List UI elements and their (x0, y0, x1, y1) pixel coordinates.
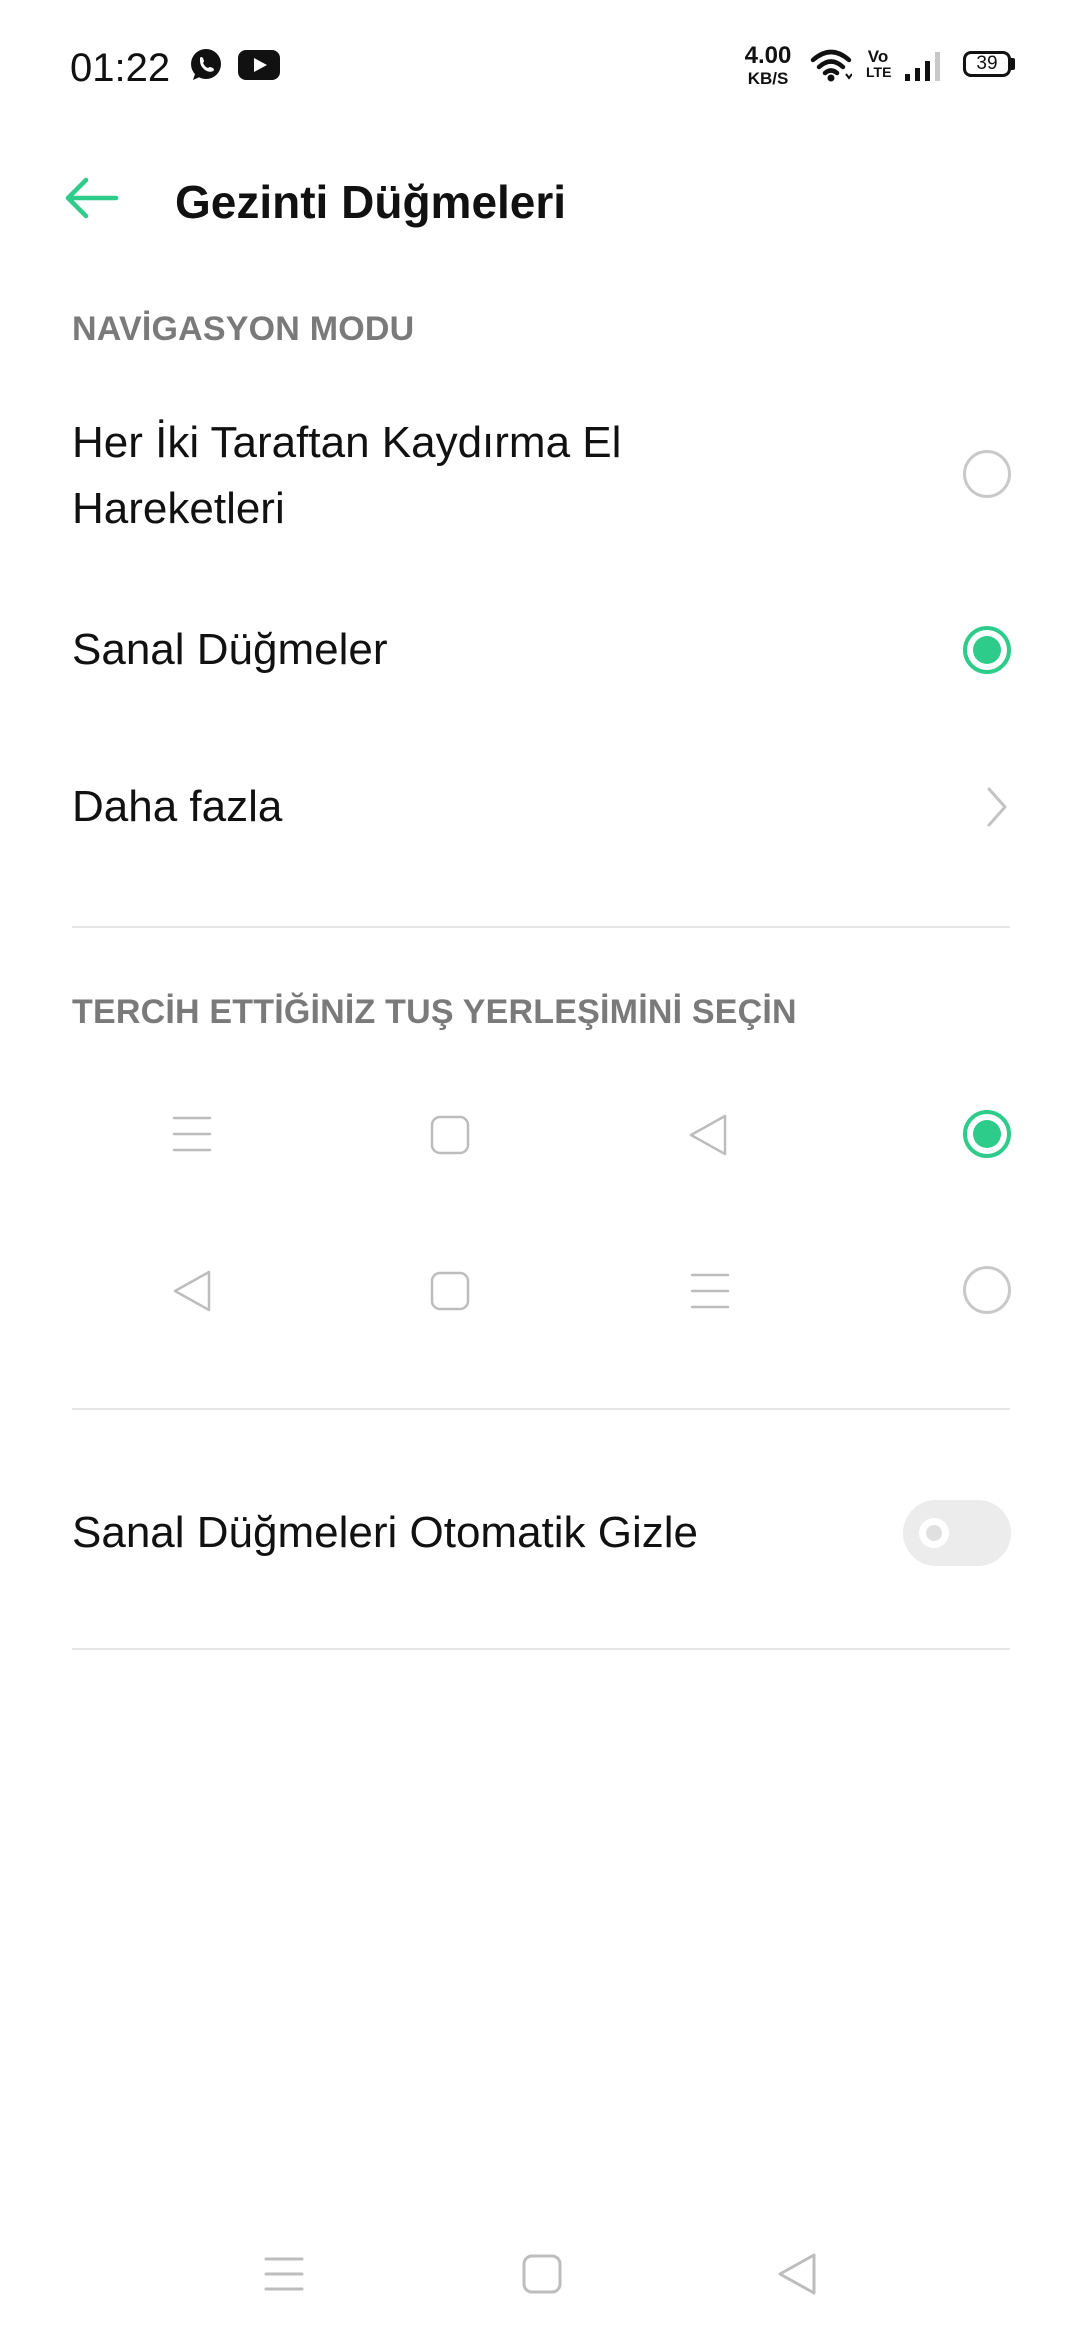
menu-icon (690, 1273, 730, 1309)
divider (72, 1648, 1010, 1650)
whatsapp-icon (191, 49, 221, 80)
auto-hide-label: Sanal Düğmeleri Otomatik Gizle (72, 1508, 699, 1557)
nav-option-gestures-radio[interactable] (963, 450, 1011, 498)
chevron-right-icon (987, 787, 1007, 827)
toggle-knob (919, 1518, 949, 1548)
signal-icon (905, 52, 940, 81)
youtube-icon (238, 50, 280, 80)
nav-option-gestures-label-line2: Hareketleri (72, 484, 285, 533)
more-options-label: Daha fazla (72, 782, 283, 831)
system-back-icon[interactable] (777, 2252, 817, 2296)
home-square-icon (430, 1271, 470, 1311)
system-menu-icon[interactable] (264, 2256, 304, 2292)
key-layout-option-1[interactable] (0, 1085, 1080, 1185)
volte-top: Vo (867, 47, 889, 66)
status-time: 01:22 (70, 46, 171, 90)
section-label-key-layout: TERCİH ETTİĞİNİZ TUŞ YERLEŞİMİNİ SEÇİN (72, 993, 797, 1031)
battery-icon: 39 (963, 51, 1011, 77)
nav-option-gestures-label-line1: Her İki Taraftan Kaydırma El (72, 418, 622, 467)
key-layout-option-1-radio[interactable] (963, 1110, 1011, 1158)
volte-bottom: LTE (866, 64, 892, 80)
key-layout-option-2[interactable] (0, 1241, 1080, 1341)
section-label-navigation-mode: NAVİGASYON MODU (72, 310, 415, 348)
home-square-icon (430, 1115, 470, 1155)
battery-tip (1011, 58, 1015, 70)
nav-option-virtual-buttons[interactable]: Sanal Düğmeler (0, 605, 1080, 695)
system-home-icon[interactable] (522, 2254, 562, 2294)
divider (72, 926, 1010, 928)
volte-indicator: Vo LTE (866, 47, 892, 80)
page-title: Gezinti Düğmeleri (175, 176, 567, 228)
battery-level: 39 (976, 53, 998, 74)
more-options-row[interactable]: Daha fazla (0, 762, 1080, 852)
back-triangle-icon (173, 1270, 211, 1312)
divider (72, 1408, 1010, 1410)
wifi-icon (810, 49, 852, 82)
menu-icon (172, 1116, 212, 1152)
nav-option-virtual-buttons-radio[interactable] (963, 626, 1011, 674)
back-arrow-icon[interactable] (62, 176, 120, 220)
key-layout-option-2-radio[interactable] (963, 1266, 1011, 1314)
net-speed-value: 4.00 (744, 42, 792, 69)
net-speed-unit: KB/S (747, 69, 789, 88)
auto-hide-toggle[interactable] (903, 1500, 1011, 1566)
back-triangle-icon (689, 1114, 727, 1156)
net-speed: 4.00 KB/S (740, 42, 796, 88)
nav-option-virtual-buttons-label: Sanal Düğmeler (72, 625, 388, 674)
nav-option-gestures[interactable]: Her İki Taraftan Kaydırma El Hareketleri (0, 400, 1080, 540)
